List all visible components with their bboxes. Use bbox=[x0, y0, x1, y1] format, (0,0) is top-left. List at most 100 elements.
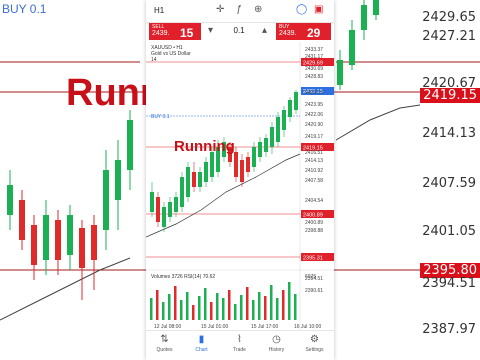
volume-bar bbox=[222, 298, 225, 320]
symbol-indicator-value: 14 bbox=[151, 57, 157, 63]
sell-button[interactable]: SELL 2439. 15 bbox=[149, 23, 201, 40]
candle-body bbox=[162, 207, 166, 227]
price-axis-label: 2400.89 bbox=[305, 220, 323, 226]
nav-settings[interactable]: ⚙ Settings bbox=[296, 334, 333, 353]
volume-bar bbox=[288, 282, 291, 320]
buy-position-label: BUY 0.1 bbox=[151, 114, 170, 120]
phone-screen: H1 ✛ ƒ ⊕ ◯ ▣ SELL 2439. 15 ▾ 0.1 ▴ BUY 2… bbox=[146, 0, 334, 360]
candle-body bbox=[246, 157, 250, 172]
candle-body bbox=[198, 172, 202, 187]
symbol-info: XAUUSD • H1 Gold vs US Dollar 14 bbox=[151, 45, 191, 63]
candle-body bbox=[204, 162, 208, 182]
price-axis-label: 2410.92 bbox=[305, 168, 323, 174]
volume-bar bbox=[156, 290, 159, 320]
nav-chart[interactable]: ▮ Chart bbox=[183, 334, 220, 353]
lot-increase-icon[interactable]: ▴ bbox=[262, 25, 267, 36]
candle-body bbox=[276, 117, 280, 142]
candle-body bbox=[240, 160, 244, 182]
background-price-label: 2401.05 bbox=[422, 224, 476, 239]
volume-indicator-label: Volumes 3726 RSI(14) 70.62 bbox=[151, 274, 215, 280]
candle-body bbox=[294, 92, 298, 110]
volume-bar bbox=[168, 294, 171, 320]
volume-bar bbox=[246, 287, 249, 320]
candle-body bbox=[168, 202, 172, 217]
price-axis-label: 2414.13 bbox=[305, 158, 323, 164]
quotes-icon: ⇅ bbox=[160, 334, 169, 345]
price-axis-label: 2433.37 bbox=[305, 47, 323, 53]
volume-scale-label: 6975 bbox=[305, 274, 316, 280]
nav-settings-label: Settings bbox=[305, 347, 324, 353]
candle-body bbox=[252, 147, 256, 167]
volume-bar bbox=[186, 292, 189, 320]
lot-size-input[interactable]: 0.1 bbox=[214, 26, 264, 35]
price-axis-label: 2416.51 bbox=[305, 150, 323, 156]
volume-bar bbox=[162, 302, 165, 320]
volume-bar bbox=[294, 294, 297, 320]
volume-bar bbox=[252, 300, 255, 320]
nav-history[interactable]: ◷ History bbox=[258, 334, 295, 353]
price-axis-label: 2430.69 bbox=[305, 66, 323, 72]
price-axis-label: 2420.90 bbox=[305, 122, 323, 128]
buy-button[interactable]: BUY 2439. 29 bbox=[276, 23, 331, 40]
candle-body bbox=[192, 172, 196, 187]
volume-bar bbox=[192, 305, 195, 320]
sell-price-prefix: 2439. bbox=[152, 30, 170, 37]
volume-bar bbox=[180, 300, 183, 320]
background-price-label: 2429.65 bbox=[422, 10, 476, 25]
objects-icon[interactable]: ⊕ bbox=[254, 4, 262, 15]
one-click-trading-panel: SELL 2439. 15 ▾ 0.1 ▴ BUY 2439. 29 bbox=[146, 22, 334, 42]
crosshair-icon[interactable]: ✛ bbox=[216, 4, 224, 15]
price-axis-label: 2422.06 bbox=[305, 112, 323, 118]
nav-trade[interactable]: ⌇ Trade bbox=[221, 334, 258, 353]
price-axis-label: 2404.54 bbox=[305, 198, 323, 204]
candle-body bbox=[258, 142, 262, 157]
history-icon: ◷ bbox=[272, 334, 281, 345]
price-axis-label: 2398.88 bbox=[305, 228, 323, 234]
candle-body bbox=[234, 152, 238, 177]
candle-body bbox=[288, 100, 292, 117]
background-price-label: 2387.97 bbox=[422, 322, 476, 337]
background-price-label: 2394.51 bbox=[422, 276, 476, 291]
volume-bar bbox=[174, 286, 177, 320]
candle-body bbox=[282, 110, 286, 130]
buy-price-pips: 29 bbox=[307, 26, 321, 40]
price-axis-label: 2428.83 bbox=[305, 74, 323, 80]
nav-trade-label: Trade bbox=[233, 347, 246, 353]
candle-body bbox=[210, 152, 214, 177]
price-axis-label: 2423.95 bbox=[305, 102, 323, 108]
volume-bar bbox=[276, 298, 279, 320]
price-axis-label: 2419.17 bbox=[305, 134, 323, 140]
volume-bar bbox=[216, 293, 219, 320]
circle-icon[interactable]: ◯ bbox=[296, 4, 307, 15]
running-overlay-text: Running bbox=[174, 138, 235, 155]
volume-bar bbox=[264, 296, 267, 320]
trade-icon: ⌇ bbox=[237, 334, 242, 345]
nav-quotes[interactable]: ⇅ Quotes bbox=[146, 334, 183, 353]
nav-quotes-label: Quotes bbox=[156, 347, 173, 353]
background-price-label: 2414.13 bbox=[422, 126, 476, 141]
price-axis-label: 2426.15 bbox=[305, 90, 323, 96]
nav-chart-label: Chart bbox=[195, 347, 208, 353]
background-buy-label: BUY 0.1 bbox=[2, 2, 47, 16]
background-price-label: 2407.59 bbox=[422, 176, 476, 191]
volume-bar bbox=[234, 304, 237, 320]
flag-icon[interactable]: ▣ bbox=[314, 4, 323, 15]
volume-bar bbox=[198, 296, 201, 320]
bottom-navigation: ⇅ Quotes ▮ Chart ⌇ Trade ◷ History ⚙ Settings bbox=[146, 330, 334, 360]
function-icon[interactable]: ƒ bbox=[236, 4, 242, 15]
price-axis-label: 2431.17 bbox=[305, 54, 323, 60]
price-axis-label: 2407.58 bbox=[305, 178, 323, 184]
chart-toolbar: H1 ✛ ƒ ⊕ ◯ ▣ bbox=[146, 0, 334, 23]
moving-average-line bbox=[146, 153, 301, 238]
volume-bar bbox=[258, 292, 261, 320]
candle-body bbox=[264, 138, 268, 152]
candle-body bbox=[180, 177, 184, 207]
lot-decrease-icon[interactable]: ▾ bbox=[208, 25, 213, 36]
timeframe-button[interactable]: H1 bbox=[154, 6, 164, 15]
volume-bar bbox=[228, 290, 231, 320]
alert-price-tag-text: 2400.89 bbox=[303, 213, 323, 219]
volume-bar bbox=[204, 288, 207, 320]
price-chart[interactable]: 2429.692419.152400.892395.31BUY 0.12439.… bbox=[146, 42, 334, 330]
candle-body bbox=[150, 192, 154, 212]
volume-bar bbox=[240, 295, 243, 320]
